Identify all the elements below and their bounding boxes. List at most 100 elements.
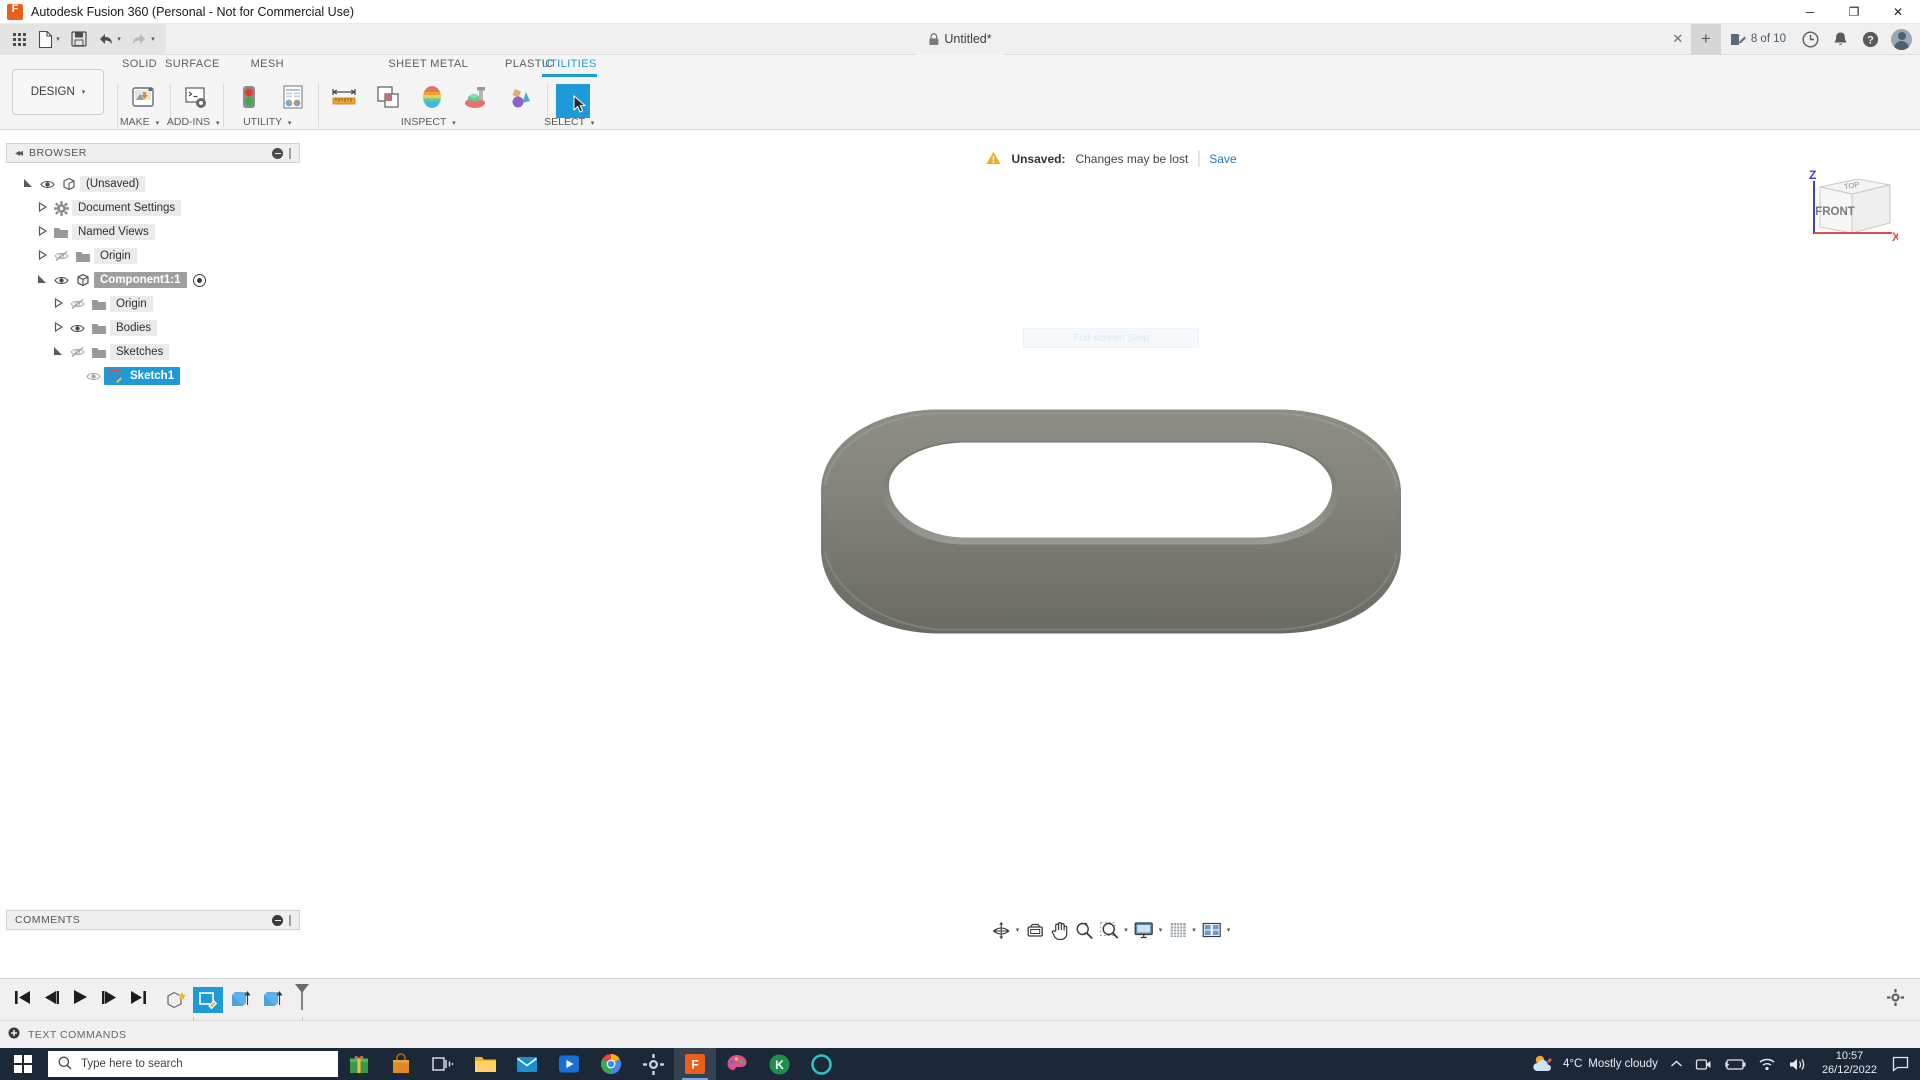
view-cube[interactable]: TOP FRONT Z X	[1802, 165, 1898, 245]
ribbon-tab-solid[interactable]: SOLID MAKE ▾	[114, 55, 165, 130]
extrude1-feature[interactable]	[225, 987, 255, 1013]
twisty-open-icon[interactable]	[20, 178, 36, 190]
show-hidden-icons-button[interactable]	[1665, 1058, 1688, 1071]
redo-caret[interactable]: ▾	[151, 35, 155, 43]
go-to-end-button[interactable]	[130, 990, 147, 1010]
quota-indicator[interactable]: 8 of 10	[1721, 32, 1795, 47]
traffic-light-icon[interactable]	[227, 77, 271, 113]
new-document-caret[interactable]: ▾	[56, 35, 60, 43]
app-grid-icon[interactable]	[6, 26, 32, 52]
tree-node-document-settings[interactable]: Document Settings	[6, 196, 300, 220]
go-to-beginning-button[interactable]	[14, 990, 31, 1010]
add-comment-icon[interactable]	[272, 915, 283, 926]
cortana-icon[interactable]	[800, 1048, 842, 1080]
measure-icon[interactable]	[322, 77, 366, 113]
twisty-closed-icon[interactable]	[50, 322, 66, 334]
visibility-hidden-icon[interactable]	[66, 298, 88, 310]
rounded-rectangular-frame-body[interactable]	[811, 373, 1411, 698]
maximize-button[interactable]: ❐	[1832, 0, 1876, 24]
save-icon[interactable]	[66, 26, 92, 52]
panel-resize-grip[interactable]	[289, 915, 291, 926]
pan-icon[interactable]	[1048, 919, 1070, 941]
tree-node-origin-root[interactable]: Origin	[6, 244, 300, 268]
search-input[interactable]: Type here to search	[48, 1051, 338, 1077]
new-tab-button[interactable]: +	[1691, 24, 1721, 55]
tree-node-named-views[interactable]: Named Views	[6, 220, 300, 244]
draft-analysis-icon[interactable]	[454, 77, 498, 113]
scripts-addins-icon[interactable]	[174, 77, 218, 113]
activate-component-radio[interactable]	[193, 274, 206, 287]
fusion360-icon[interactable]: F	[674, 1048, 716, 1080]
grid-caret[interactable]: ▾	[1192, 926, 1196, 934]
bell-icon[interactable]	[1825, 24, 1855, 55]
viewports-icon[interactable]: ▾	[1200, 919, 1233, 941]
3d-viewport[interactable]: Unsaved: Changes may be lost Save Full-s…	[302, 143, 1920, 948]
new-component-feature[interactable]	[161, 987, 191, 1013]
user-avatar[interactable]	[1891, 29, 1912, 50]
tree-node-sketches[interactable]: Sketches	[6, 340, 300, 364]
undo-icon[interactable]: ▾	[92, 26, 126, 52]
expand-icon[interactable]	[8, 1027, 20, 1042]
chrome-icon[interactable]	[590, 1048, 632, 1080]
text-commands-bar[interactable]: TEXT COMMANDS	[0, 1020, 1920, 1048]
curvature-comb-icon[interactable]	[410, 77, 454, 113]
tree-node-sketch1[interactable]: Sketch1	[6, 364, 300, 388]
mail-icon[interactable]	[506, 1048, 548, 1080]
save-link[interactable]: Save	[1209, 152, 1236, 166]
look-at-icon[interactable]	[1023, 919, 1046, 941]
workspace-switcher[interactable]: DESIGN ▾	[12, 69, 104, 115]
document-tab[interactable]: Untitled*	[914, 24, 1005, 55]
wifi-icon[interactable]	[1753, 1057, 1781, 1071]
panel-resize-grip[interactable]	[289, 148, 291, 159]
panel-label-select[interactable]: SELECT ▾	[544, 116, 595, 128]
tree-node-bodies[interactable]: Bodies	[6, 316, 300, 340]
ribbon-tab-surface[interactable]: SURFACE ADD-INS ▾	[165, 55, 220, 130]
twisty-open-icon[interactable]	[34, 274, 50, 286]
ribbon-tab-mesh[interactable]: MESH	[220, 55, 315, 130]
display-settings-icon[interactable]: ▾	[1132, 919, 1165, 941]
3d-print-icon[interactable]	[121, 77, 165, 113]
orbit-caret[interactable]: ▾	[1016, 926, 1020, 934]
shopping-bag-icon[interactable]	[380, 1048, 422, 1080]
tree-node-unsaved[interactable]: (Unsaved)	[6, 172, 300, 196]
start-button[interactable]	[0, 1048, 46, 1080]
zoom-window-icon[interactable]: ▾	[1097, 919, 1130, 941]
zoom-icon[interactable]	[1072, 919, 1095, 941]
volume-icon[interactable]	[1783, 1057, 1812, 1072]
media-player-icon[interactable]	[548, 1048, 590, 1080]
visibility-eye-icon[interactable]	[50, 275, 72, 286]
viewports-caret[interactable]: ▾	[1227, 926, 1231, 934]
minimize-button[interactable]: ─	[1788, 0, 1832, 24]
extrude2-feature[interactable]	[257, 987, 287, 1013]
undo-caret[interactable]: ▾	[117, 35, 121, 43]
settings-icon[interactable]	[632, 1048, 674, 1080]
twisty-closed-icon[interactable]	[34, 250, 50, 262]
panel-label-make[interactable]: MAKE ▾	[114, 116, 165, 128]
taskbar-clock[interactable]: 10:57 26/12/2022	[1814, 1050, 1885, 1078]
visibility-hidden-icon[interactable]	[66, 346, 88, 358]
task-view-icon[interactable]	[422, 1048, 464, 1080]
select-window-icon[interactable]	[551, 77, 595, 118]
twisty-open-icon[interactable]	[50, 346, 66, 358]
battery-icon[interactable]	[1719, 1058, 1751, 1071]
collapse-panel-icon[interactable]	[272, 148, 283, 159]
clock-icon[interactable]	[1795, 24, 1825, 55]
close-tab-button[interactable]: ✕	[1665, 24, 1691, 55]
camera-icon[interactable]	[1690, 1057, 1717, 1072]
paint-icon[interactable]	[716, 1048, 758, 1080]
grid-snaps-icon[interactable]: ▾	[1166, 919, 1198, 941]
new-document-icon[interactable]: ▾	[32, 26, 66, 52]
gift-icon[interactable]	[338, 1048, 380, 1080]
section-analysis-icon[interactable]	[366, 77, 410, 113]
ribbon-tab-utilities[interactable]: UTILITIES S	[542, 55, 597, 130]
panel-label-addins[interactable]: ADD-INS ▾	[167, 116, 218, 128]
orbit-icon[interactable]: ▾	[990, 919, 1022, 941]
zoom-window-caret[interactable]: ▾	[1124, 926, 1128, 934]
visibility-eye-icon[interactable]	[82, 371, 104, 382]
tree-node-origin-child[interactable]: Origin	[6, 292, 300, 316]
file-explorer-icon[interactable]	[464, 1048, 506, 1080]
step-back-button[interactable]	[43, 990, 60, 1010]
help-icon[interactable]: ?	[1855, 24, 1885, 55]
visibility-eye-icon[interactable]	[66, 323, 88, 334]
play-button[interactable]	[72, 989, 89, 1010]
